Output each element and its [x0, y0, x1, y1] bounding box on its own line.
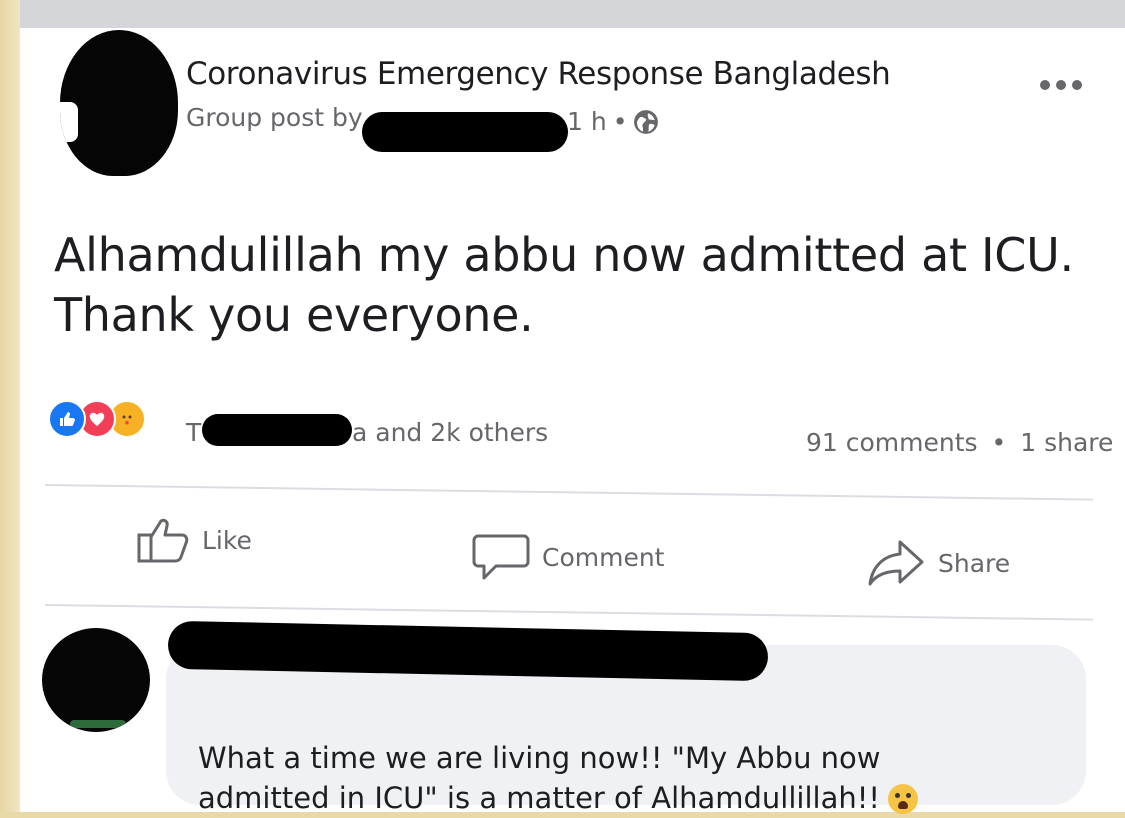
more-dot [1072, 80, 1082, 90]
shares-count[interactable]: 1 share [1020, 428, 1113, 457]
thumbs-up-icon [137, 518, 189, 563]
redacted-author-name [362, 112, 568, 152]
reaction-icons[interactable] [48, 400, 146, 438]
photo-background-edge [0, 0, 20, 812]
comment-bubble-icon [472, 534, 530, 580]
avatar-badge [60, 102, 78, 142]
share-label: Share [938, 548, 1011, 578]
like-label: Like [202, 525, 252, 555]
comment-text: What a time we are living now!! "My Abbu… [198, 698, 1018, 818]
reaction-summary[interactable]: T a and 2k others [186, 418, 548, 447]
share-button[interactable]: Share [866, 538, 1010, 588]
comment-label: Comment [542, 542, 665, 572]
more-dot [1056, 80, 1066, 90]
more-options-button[interactable] [1040, 80, 1082, 90]
post-byline: Group post by [186, 103, 363, 132]
globe-icon [634, 109, 659, 134]
avatar-frame [70, 720, 126, 728]
commenter-avatar[interactable] [42, 628, 150, 732]
group-name[interactable]: Coronavirus Emergency Response Banglades… [186, 56, 891, 92]
time-separator: • [612, 107, 628, 136]
stats-separator: • [991, 428, 1007, 457]
share-arrow-icon [868, 540, 924, 586]
comment-button[interactable]: Comment [472, 532, 665, 582]
post-timestamp[interactable]: 1 h • [567, 107, 659, 136]
crying-face-emoji [888, 784, 918, 814]
like-button[interactable]: Like [136, 515, 252, 565]
like-reaction-icon [48, 400, 86, 438]
comments-count[interactable]: 91 comments [806, 428, 978, 457]
reaction-lead-char: T [186, 418, 202, 447]
group-avatar[interactable] [60, 30, 178, 176]
engagement-stats: 91 comments • 1 share [806, 428, 1113, 457]
comment-body: What a time we are living now!! "My Abbu… [198, 741, 881, 815]
reaction-summary-tail: a and 2k others [352, 418, 549, 447]
post-body: Alhamdulillah my abbu now admitted at IC… [54, 228, 1074, 342]
more-dot [1040, 80, 1050, 90]
time-label: 1 h [567, 107, 607, 136]
redacted-reactor-name [202, 414, 352, 446]
